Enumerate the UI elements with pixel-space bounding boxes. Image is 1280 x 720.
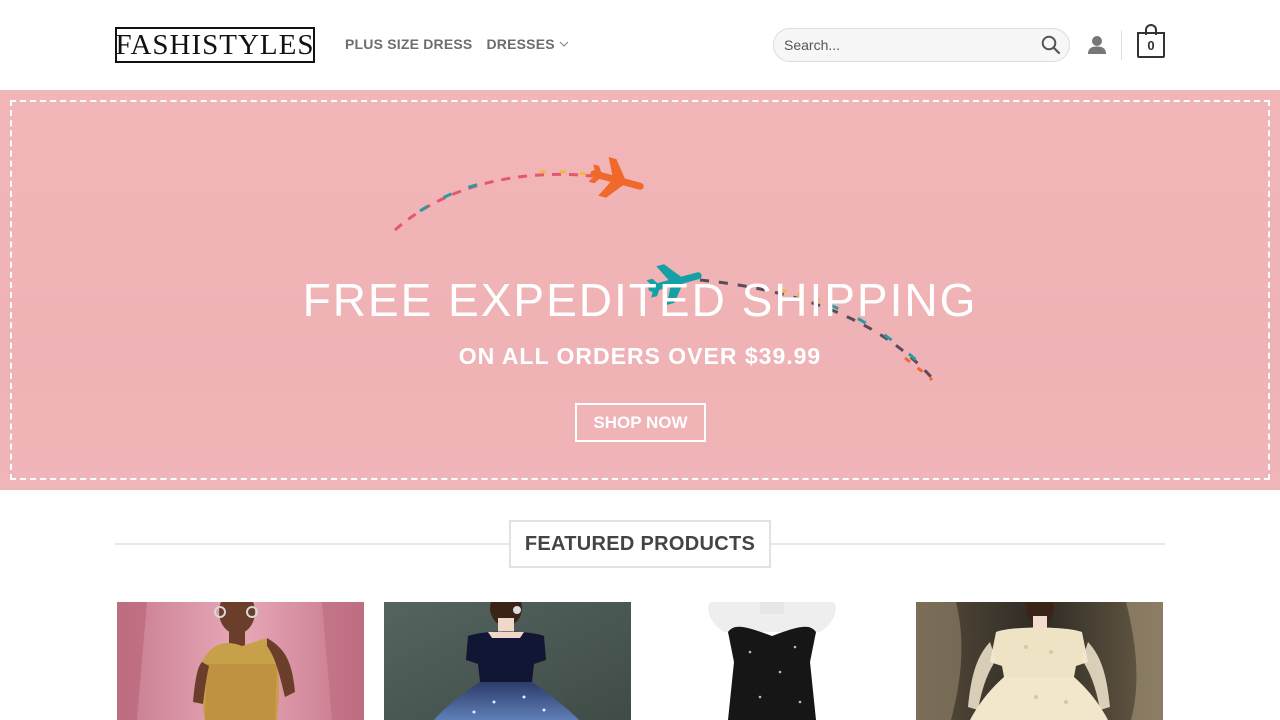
user-icon[interactable] xyxy=(1087,34,1107,56)
main-nav: PLUS SIZE DRESS DRESSES xyxy=(345,36,583,52)
nav-item-label: DRESSES xyxy=(486,36,555,52)
nav-item-dresses[interactable]: DRESSES xyxy=(486,36,569,52)
shop-now-button[interactable]: SHOP NOW xyxy=(575,403,706,442)
cart-count: 0 xyxy=(1137,32,1165,58)
site-header: FASHISTYLES PLUS SIZE DRESS DRESSES 0 xyxy=(0,0,1280,90)
airplane-icon xyxy=(588,157,644,198)
nav-item-label: PLUS SIZE DRESS xyxy=(345,36,473,52)
header-divider xyxy=(1121,30,1122,60)
featured-heading-box: FEATURED PRODUCTS xyxy=(509,520,771,568)
product-image xyxy=(384,602,631,720)
shipping-banner: FREE EXPEDITED SHIPPING ON ALL ORDERS OV… xyxy=(0,90,1280,490)
product-image xyxy=(916,602,1163,720)
product-image xyxy=(650,602,897,720)
product-card[interactable] xyxy=(650,602,897,720)
banner-title: FREE EXPEDITED SHIPPING xyxy=(302,274,978,326)
logo-text: FASHISTYLES xyxy=(115,28,315,61)
product-card[interactable] xyxy=(117,602,364,720)
banner-subtitle: ON ALL ORDERS OVER $39.99 xyxy=(458,343,822,369)
search-form xyxy=(773,28,1070,62)
section-title: FEATURED PRODUCTS xyxy=(524,532,756,555)
product-image xyxy=(117,602,364,720)
chevron-down-icon xyxy=(559,41,569,47)
search-input[interactable] xyxy=(784,29,1034,61)
product-card[interactable] xyxy=(916,602,1163,720)
nav-item-plus-size-dress[interactable]: PLUS SIZE DRESS xyxy=(345,36,472,52)
cart-button[interactable]: 0 xyxy=(1137,24,1165,60)
product-card[interactable] xyxy=(384,602,631,720)
search-icon[interactable] xyxy=(1041,35,1061,55)
site-logo[interactable]: FASHISTYLES xyxy=(115,27,315,63)
